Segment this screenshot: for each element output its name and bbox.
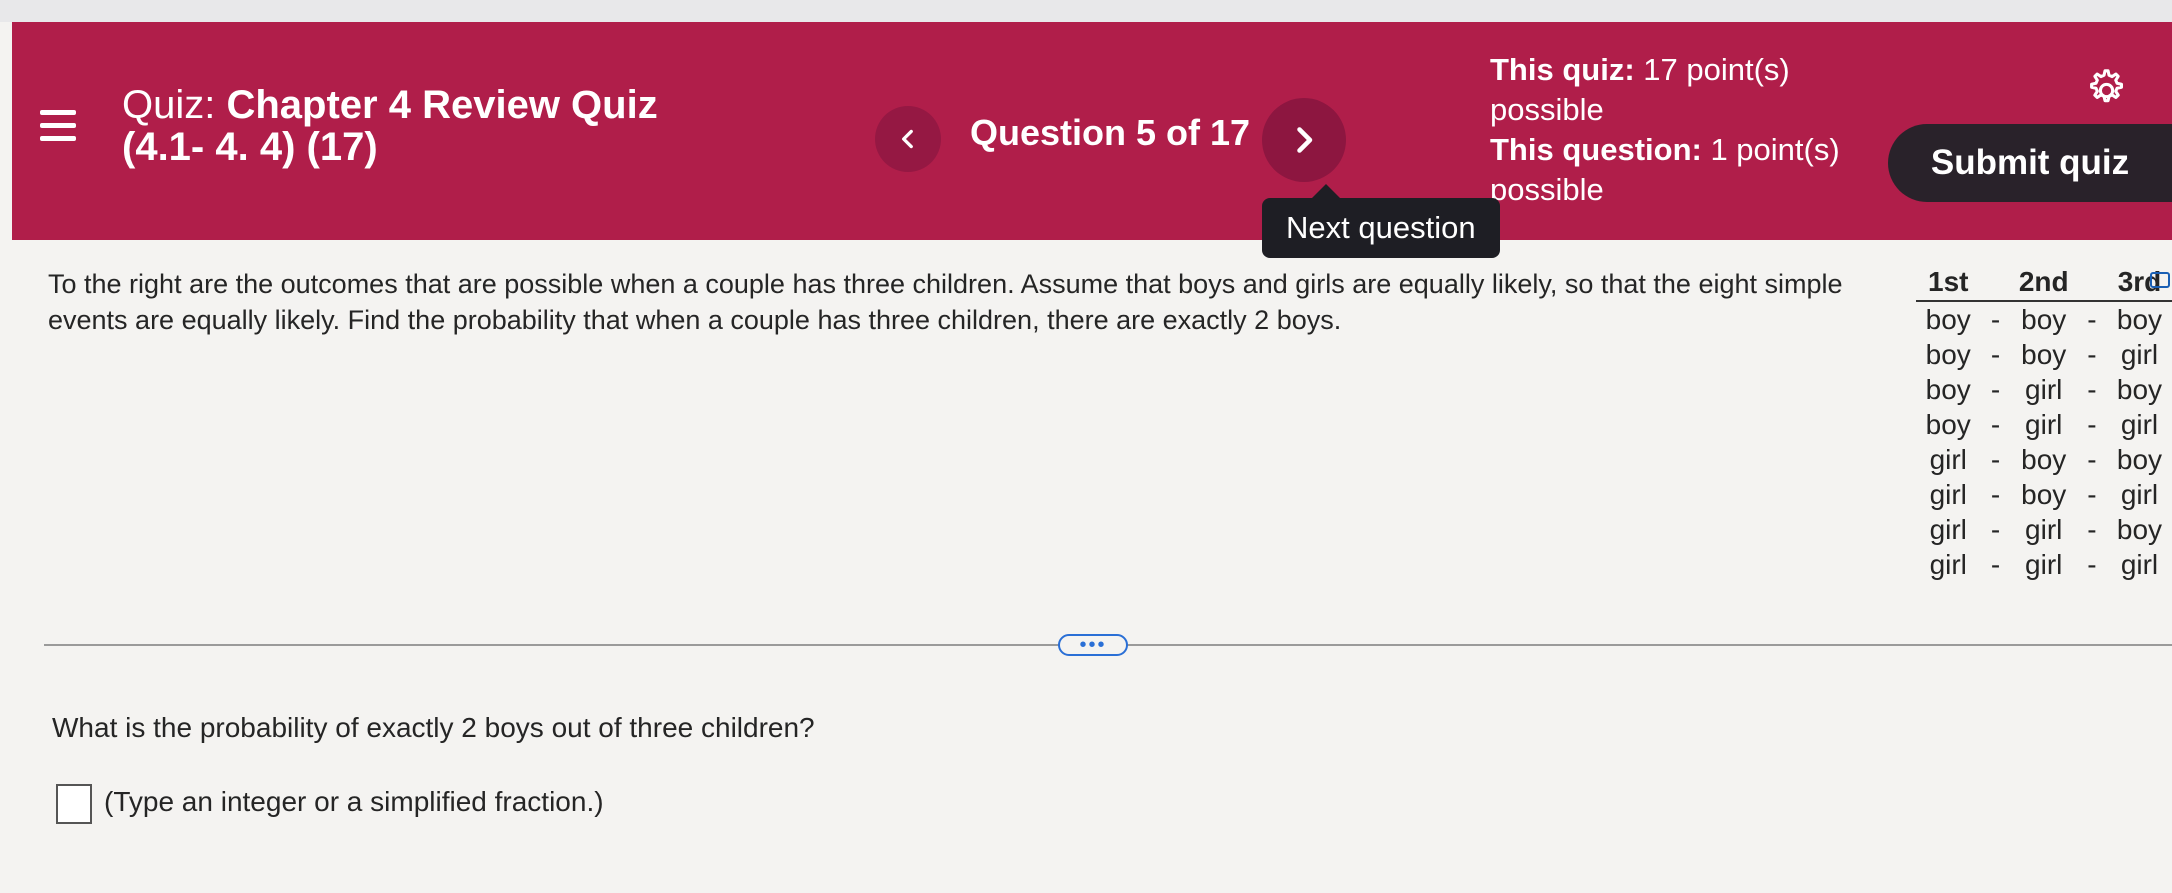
table-cell: girl [1929, 443, 1967, 475]
question-counter: Question 5 of 17 [970, 112, 1251, 153]
table-row: boy - boy - boy [1916, 301, 2172, 337]
quiz-header: Quiz: Chapter 4 Review Quiz (4.1- 4. 4) … [12, 22, 2172, 240]
copy-table-icon[interactable] [2150, 272, 2170, 288]
expand-handle-button[interactable]: ••• [1058, 634, 1128, 656]
table-cell: girl [2120, 408, 2159, 440]
next-question-button[interactable] [1262, 98, 1346, 182]
table-cell: boy [2021, 303, 2067, 335]
table-row: boy - girl - boy [1916, 372, 2172, 407]
table-cell: girl [1929, 548, 1967, 580]
submit-quiz-button[interactable]: Submit quiz [1888, 124, 2172, 202]
table-cell: girl [2025, 373, 2063, 405]
table-cell: boy [2021, 338, 2067, 370]
previous-question-button[interactable] [875, 106, 941, 172]
table-cell: boy [1925, 338, 1971, 370]
chevron-right-icon [1297, 127, 1313, 153]
table-cell: boy [1925, 303, 1971, 335]
quiz-title: Quiz: Chapter 4 Review Quiz (4.1- 4. 4) … [122, 84, 722, 168]
table-cell: girl [2120, 338, 2159, 370]
table-cell: girl [2025, 548, 2063, 580]
table-cell: boy [2021, 443, 2067, 475]
table-row: girl - boy - boy [1916, 442, 2172, 477]
table-row: girl - girl - girl [1916, 547, 2172, 582]
table-row: girl - boy - girl [1916, 477, 2172, 512]
table-cell: girl [2025, 408, 2063, 440]
table-cell: boy [2116, 443, 2163, 475]
table-row: boy - girl - girl [1916, 407, 2172, 442]
table-cell: girl [2120, 478, 2159, 510]
table-cell: girl [2120, 548, 2159, 580]
column-header: 1st [1916, 264, 1981, 302]
chevron-left-icon [902, 129, 913, 149]
column-header: 2nd [2010, 264, 2077, 302]
table-cell: boy [1925, 373, 1971, 405]
table-row: boy - boy - girl [1916, 337, 2172, 372]
this-quiz-label: This quiz: [1490, 52, 1635, 87]
table-cell: girl [1929, 478, 1967, 510]
answer-input[interactable] [56, 784, 92, 824]
question-prompt: To the right are the outcomes that are p… [48, 269, 1843, 335]
table-row: girl - girl - boy [1916, 512, 2172, 547]
table-cell: boy [2021, 478, 2067, 510]
menu-icon[interactable] [40, 110, 76, 150]
table-cell: boy [2116, 303, 2163, 335]
table-cell: girl [1929, 513, 1967, 545]
this-question-label: This question: [1490, 132, 1702, 167]
gear-icon[interactable] [2082, 66, 2128, 112]
points-info: This quiz: 17 point(s) possible This que… [1490, 50, 1850, 210]
quiz-label: Quiz: [122, 83, 216, 127]
table-cell: boy [2116, 373, 2163, 405]
outcomes-table: 1st 2nd 3rd boy - boy - boy boy - boy - girl… [1916, 264, 2172, 582]
answer-question: What is the probability of exactly 2 boy… [52, 712, 815, 743]
table-cell: boy [1925, 408, 1971, 440]
table-cell: boy [2116, 513, 2163, 545]
browser-top-strip [0, 0, 2172, 22]
table-cell: girl [2025, 513, 2063, 545]
quiz-subtitle: (4.1- 4. 4) (17) [122, 125, 378, 169]
answer-hint: (Type an integer or a simplified fractio… [104, 786, 604, 817]
quiz-name: Chapter 4 Review Quiz [226, 83, 658, 127]
next-question-tooltip: Next question [1262, 184, 1500, 258]
